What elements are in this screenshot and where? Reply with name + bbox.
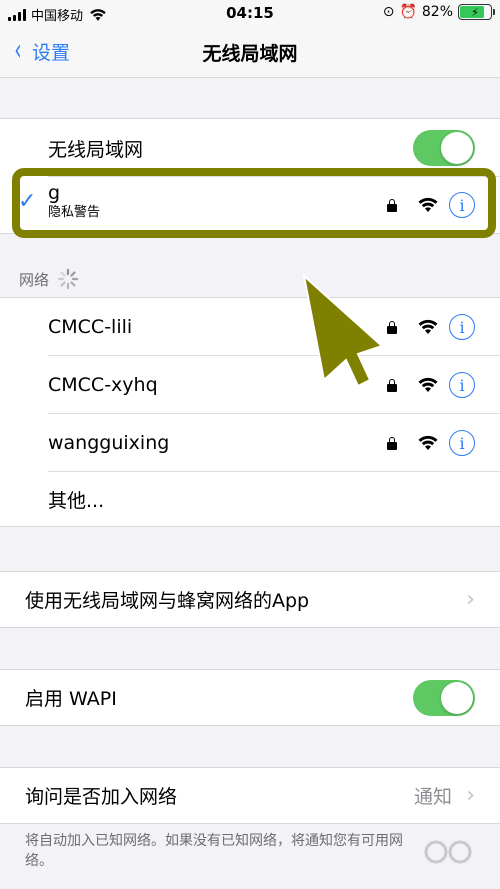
battery-percent: 82% (421, 4, 453, 20)
network-row[interactable]: CMCC-xyhq i (0, 356, 500, 414)
networks-section-header: 网络 (19, 268, 79, 290)
wifi-signal-icon (418, 435, 438, 450)
page-title: 无线局域网 (202, 43, 298, 65)
apps-using-wlan-row[interactable]: 使用无线局域网与蜂窝网络的App › (0, 572, 500, 627)
ask-join-label: 询问是否加入网络 (25, 786, 178, 808)
wifi-toggle-switch[interactable] (413, 130, 475, 166)
other-network-label: 其他... (48, 489, 105, 512)
watermark-logo (422, 834, 478, 870)
wifi-toggle-label: 无线局域网 (48, 138, 144, 161)
navigation-bar: ‹ 设置 无线局域网 (0, 28, 500, 78)
wifi-signal-icon (418, 319, 438, 334)
apps-using-wlan-label: 使用无线局域网与蜂窝网络的App (25, 590, 310, 612)
alarm-clock-icon: ⏰ (399, 4, 417, 20)
networks-header-label: 网络 (19, 270, 50, 289)
chevron-right-icon: › (466, 783, 475, 808)
info-button[interactable]: i (449, 372, 475, 398)
loading-spinner-icon (57, 268, 79, 290)
battery-icon: ⚡ (458, 4, 495, 20)
ask-join-footer: 将自动加入已知网络。如果没有已知网络，将通知您有可用网络。 (25, 833, 403, 869)
toggle-knob (441, 132, 473, 164)
chevron-right-icon: › (466, 587, 475, 612)
apps-group: 使用无线局域网与蜂窝网络的App › (0, 571, 500, 628)
lock-icon (387, 436, 397, 450)
network-status-icons: i (387, 372, 475, 398)
charging-bolt-icon: ⚡ (471, 5, 479, 19)
network-row[interactable]: wangguixing i (0, 414, 500, 472)
ask-join-value: 通知 (413, 786, 452, 808)
network-name: CMCC-xyhq (48, 374, 158, 396)
wapi-toggle-switch[interactable] (413, 679, 475, 716)
network-row[interactable]: CMCC-lili i (0, 298, 500, 356)
toggle-knob (441, 681, 473, 714)
network-name: wangguixing (48, 432, 170, 454)
ask-join-group: 询问是否加入网络 通知 › (0, 767, 500, 824)
network-status-icons: i (387, 314, 475, 340)
network-name: CMCC-lili (48, 316, 133, 338)
info-button[interactable]: i (449, 430, 475, 456)
wapi-label: 启用 WAPI (25, 688, 117, 710)
orientation-lock-icon: ⊙ (382, 4, 395, 20)
info-button[interactable]: i (449, 314, 475, 340)
network-status-icons: i (387, 430, 475, 456)
wapi-row: 启用 WAPI (0, 670, 500, 725)
status-bar: 中国移动 04:15 ⊙ ⏰ 82% ⚡ (0, 0, 500, 28)
network-list: CMCC-lili i CMCC-xyhq i wangguixing i 其他… (0, 297, 500, 527)
other-network-row[interactable]: 其他... (0, 472, 500, 526)
annotation-arrow (302, 273, 384, 388)
wapi-group: 启用 WAPI (0, 669, 500, 726)
highlight-box (12, 168, 496, 238)
wifi-signal-icon (418, 377, 438, 392)
status-right: ⊙ ⏰ 82% ⚡ (382, 4, 495, 20)
ask-join-row[interactable]: 询问是否加入网络 通知 › (0, 768, 500, 823)
